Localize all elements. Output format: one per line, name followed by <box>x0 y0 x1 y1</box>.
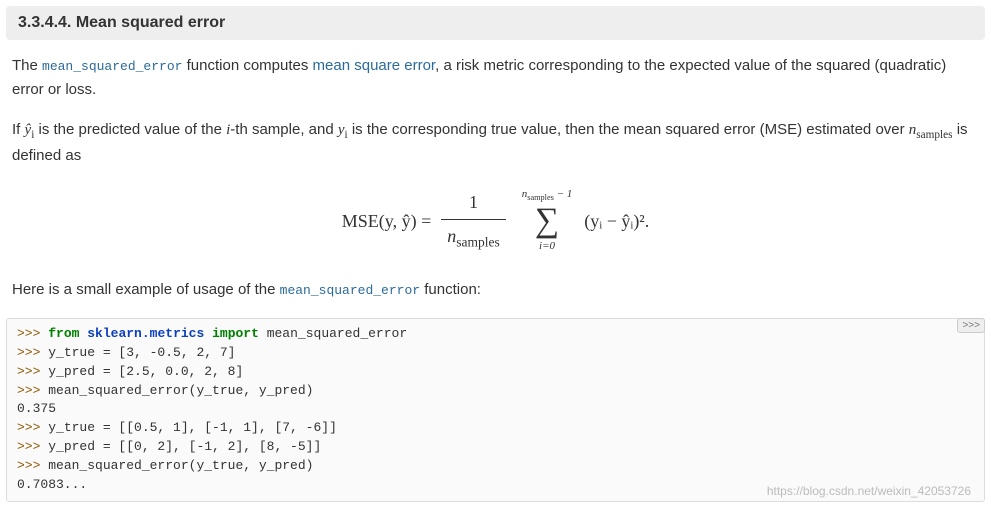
content: The mean_squared_error function computes… <box>0 54 991 302</box>
formula-sigma: nsamples − 1 ∑ i=0 <box>522 186 573 256</box>
module: sklearn.metrics <box>87 326 204 341</box>
formula-fraction: 1 nsamples <box>441 188 506 253</box>
inline-code-fn-2: mean_squared_error <box>280 283 420 298</box>
fraction-denominator: nsamples <box>441 220 506 253</box>
prompt: >>> <box>17 420 48 435</box>
intro-text-2: function computes <box>182 57 312 74</box>
math-yi: yi <box>338 122 348 138</box>
example-intro: Here is a small example of usage of the … <box>12 278 979 302</box>
code-line: y_true = [[0.5, 1], [-1, 1], [7, -6]] <box>48 420 337 435</box>
intro-text-1: The <box>12 57 42 74</box>
prompt: >>> <box>17 364 48 379</box>
code-line: mean_squared_error(y_true, y_pred) <box>48 458 313 473</box>
section-header: 3.3.4.4. Mean squared error <box>6 6 985 40</box>
math-yhat: ŷi <box>25 122 35 138</box>
intro-paragraph: The mean_squared_error function computes… <box>12 54 979 102</box>
prompt: >>> <box>17 345 48 360</box>
prompt: >>> <box>17 439 48 454</box>
sigma-symbol: ∑ <box>535 204 559 238</box>
code-output: 0.7083... <box>17 477 87 492</box>
code-line: y_pred = [2.5, 0.0, 2, 8] <box>48 364 243 379</box>
fraction-numerator: 1 <box>463 188 484 219</box>
kw-from: from <box>48 326 79 341</box>
def-t2: is the predicted value of the <box>34 121 226 138</box>
def-t3: -th sample, and <box>230 121 338 138</box>
prompt: >>> <box>17 458 48 473</box>
code-block-wrap: >>> >>> from sklearn.metrics import mean… <box>6 318 985 502</box>
prompt: >>> <box>17 383 48 398</box>
copy-button[interactable]: >>> <box>957 318 985 333</box>
mean-square-error-link[interactable]: mean square error <box>313 57 436 74</box>
ex-t2: function: <box>420 281 481 298</box>
def-t4: is the corresponding true value, then th… <box>348 121 909 138</box>
import-rest: mean_squared_error <box>259 326 407 341</box>
sigma-lower: i=0 <box>539 238 555 256</box>
code-block: >>> from sklearn.metrics import mean_squ… <box>6 318 985 502</box>
ex-t1: Here is a small example of usage of the <box>12 281 280 298</box>
definition-paragraph: If ŷi is the predicted value of the i-th… <box>12 118 979 168</box>
code-line: y_pred = [[0, 2], [-1, 2], [8, -5]] <box>48 439 321 454</box>
formula-term: (yᵢ − ŷᵢ)². <box>584 207 649 236</box>
code-line: mean_squared_error(y_true, y_pred) <box>48 383 313 398</box>
def-t1: If <box>12 121 25 138</box>
mse-formula: MSE(y, ŷ) = 1 nsamples nsamples − 1 ∑ i=… <box>12 186 979 256</box>
kw-import: import <box>212 326 259 341</box>
formula-lhs: MSE(y, ŷ) = <box>342 207 431 236</box>
code-output: 0.375 <box>17 401 56 416</box>
prompt: >>> <box>17 326 48 341</box>
section-title: 3.3.4.4. Mean squared error <box>18 14 225 31</box>
math-nsamples: nsamples <box>909 122 953 138</box>
code-line: y_true = [3, -0.5, 2, 7] <box>48 345 235 360</box>
inline-code-fn: mean_squared_error <box>42 59 182 74</box>
